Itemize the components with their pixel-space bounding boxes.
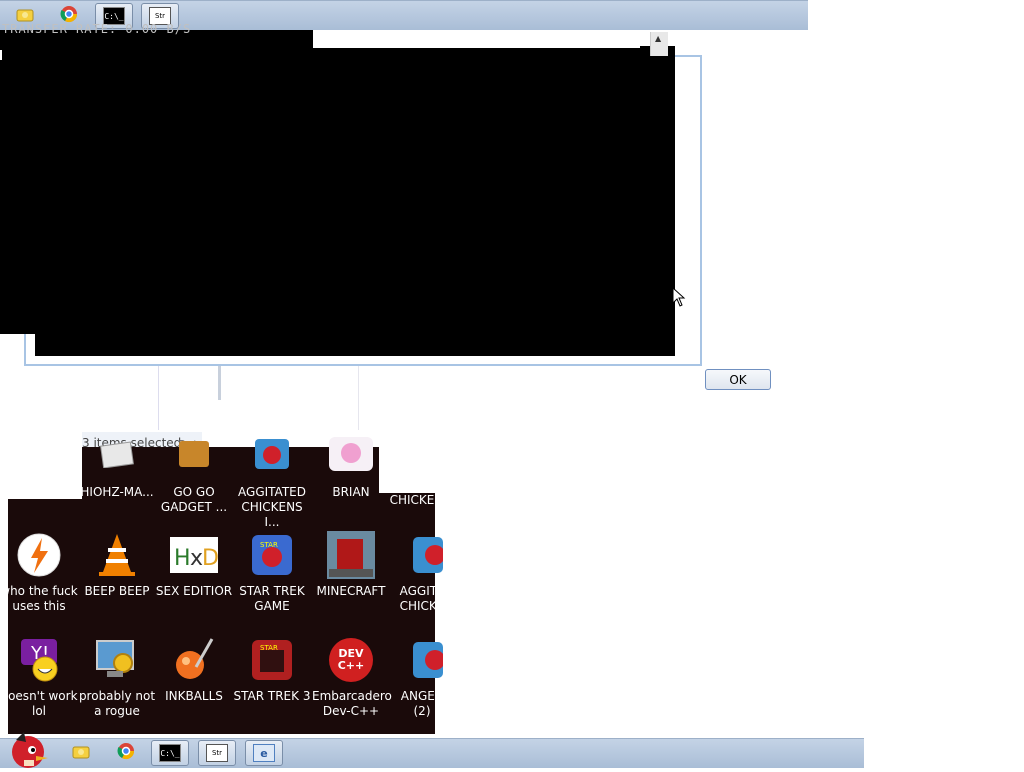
column-divider xyxy=(158,366,159,430)
yahoo-icon: Y! xyxy=(15,637,63,683)
app-window-icon: Str xyxy=(206,744,228,762)
star-wars-icon: STAR xyxy=(248,532,296,578)
desktop-icon-minecraft[interactable]: MINECRAFT xyxy=(312,531,390,599)
svg-text:H: H xyxy=(174,546,191,571)
inkball-icon xyxy=(170,637,218,683)
icon-label: INKBALLS xyxy=(165,689,223,703)
svg-text:STAR: STAR xyxy=(260,644,278,652)
desktop-icon-chicke[interactable]: CHICKE xyxy=(382,493,442,508)
scroll-up-icon[interactable]: ▲ xyxy=(655,34,661,43)
desktop-icon-hiohz[interactable]: HIOHZ-MA... xyxy=(78,438,156,500)
cmd-icon: C:\_ xyxy=(159,744,181,762)
ie-icon: e xyxy=(253,744,275,762)
console-cursor xyxy=(0,50,2,60)
icon-label: MINECRAFT xyxy=(316,584,386,598)
desktop-icon-sex-editior[interactable]: HxD SEX EDITIOR xyxy=(155,532,233,599)
icon-label: SEX EDITIOR xyxy=(155,584,233,598)
icon-label: GO GO GADGET ... xyxy=(160,485,228,514)
column-divider xyxy=(358,366,359,430)
angry-bird-icon xyxy=(248,438,296,470)
desktop-icon-aggita-chicke[interactable]: AGGITA CHICKE xyxy=(392,532,452,614)
desktop-icon-aggitated-chickens[interactable]: AGGITATED CHICKENS I... xyxy=(233,438,311,530)
icon-label: AGGITATED CHICKENS I... xyxy=(238,485,306,529)
explorer-fragment: 3 items selected Date xyxy=(82,366,378,451)
icon-label: STAR TREK 3 xyxy=(233,689,311,703)
taskbar-cmd-button[interactable]: C:\_ xyxy=(151,740,189,766)
devcpp-badge: DEV C++ xyxy=(329,638,373,682)
icon-label: HIOHZ-MA... xyxy=(80,485,154,499)
icon-label: ANGER (2) xyxy=(400,689,444,718)
console-window-strip xyxy=(0,30,36,334)
icon-label: doesn't work lol xyxy=(0,689,78,718)
icon-label: CHICKE xyxy=(389,493,435,507)
taskbar-ie-button[interactable]: e xyxy=(245,740,283,766)
console-transfer-text: TRANSFER RATE: 0.00 B/S xyxy=(2,22,192,36)
desktop-icon-star-trek-3[interactable]: STAR STAR TREK 3 xyxy=(233,637,311,704)
desktop-icon-brian[interactable]: BRIAN xyxy=(312,437,390,500)
desktop-icon-probably-not-a-rogue[interactable]: probably not a rogue xyxy=(78,637,156,719)
document-icon xyxy=(93,438,141,470)
console-input-line xyxy=(313,36,640,48)
start-button[interactable] xyxy=(2,730,52,772)
icon-label: Embarcadero Dev-C++ xyxy=(312,689,392,718)
angry-bird-icon xyxy=(408,532,448,578)
desktop-icon-star-trek-game[interactable]: STAR STAR TREK GAME xyxy=(233,532,311,614)
icon-label: BEEP BEEP xyxy=(84,584,150,598)
icon-label: probably not a rogue xyxy=(78,689,156,718)
desktop-icon-who-uses-this[interactable]: who the fuck uses this xyxy=(0,532,78,614)
folder-icon xyxy=(170,438,218,470)
desktop-icon-anger-2[interactable]: ANGER (2) xyxy=(392,637,452,719)
console-scrollbar[interactable]: ▲ xyxy=(650,32,668,56)
chrome-icon xyxy=(117,742,135,764)
vlc-cone-icon xyxy=(93,532,141,578)
lightning-icon xyxy=(15,532,63,578)
console-window-body xyxy=(35,46,675,356)
desktop-icon-go-go-gadget[interactable]: GO GO GADGET ... xyxy=(155,438,233,515)
icon-label: BRIAN xyxy=(332,485,370,499)
hxd-icon: HxD xyxy=(170,532,218,578)
icon-label: who the fuck uses this xyxy=(0,584,78,613)
desktop-icon-beep-beep[interactable]: BEEP BEEP xyxy=(78,532,156,599)
ok-button[interactable]: OK xyxy=(705,369,771,390)
desktop-icon-dev-cpp[interactable]: DEV C++ Embarcadero Dev-C++ xyxy=(312,637,392,719)
minecraft-icon xyxy=(327,531,375,579)
taskbar-app-button[interactable]: Str xyxy=(198,740,236,766)
icon-label: AGGITA CHICKE xyxy=(399,584,445,613)
desktop-icon-doesnt-work[interactable]: Y! doesn't work lol xyxy=(0,637,78,719)
taskbar-explorer-button[interactable] xyxy=(62,740,100,766)
devcpp-icon: DEV C++ xyxy=(327,637,375,683)
icon-label: STAR TREK GAME xyxy=(239,584,305,613)
explorer-icon xyxy=(71,742,91,764)
svg-text:STAR: STAR xyxy=(260,541,278,549)
desktop-icon-inkballs[interactable]: INKBALLS xyxy=(155,637,233,704)
star-wars-red-icon: STAR xyxy=(248,637,296,683)
mouse-pointer-icon xyxy=(672,286,686,311)
angry-bird-start-icon xyxy=(2,732,52,772)
taskbar-chrome-button[interactable] xyxy=(107,740,145,766)
svg-text:D: D xyxy=(202,546,218,571)
angry-bird-pink-icon xyxy=(327,437,375,471)
gear-computer-icon xyxy=(93,637,141,683)
column-divider xyxy=(218,366,221,400)
angry-bird-icon xyxy=(408,637,448,683)
